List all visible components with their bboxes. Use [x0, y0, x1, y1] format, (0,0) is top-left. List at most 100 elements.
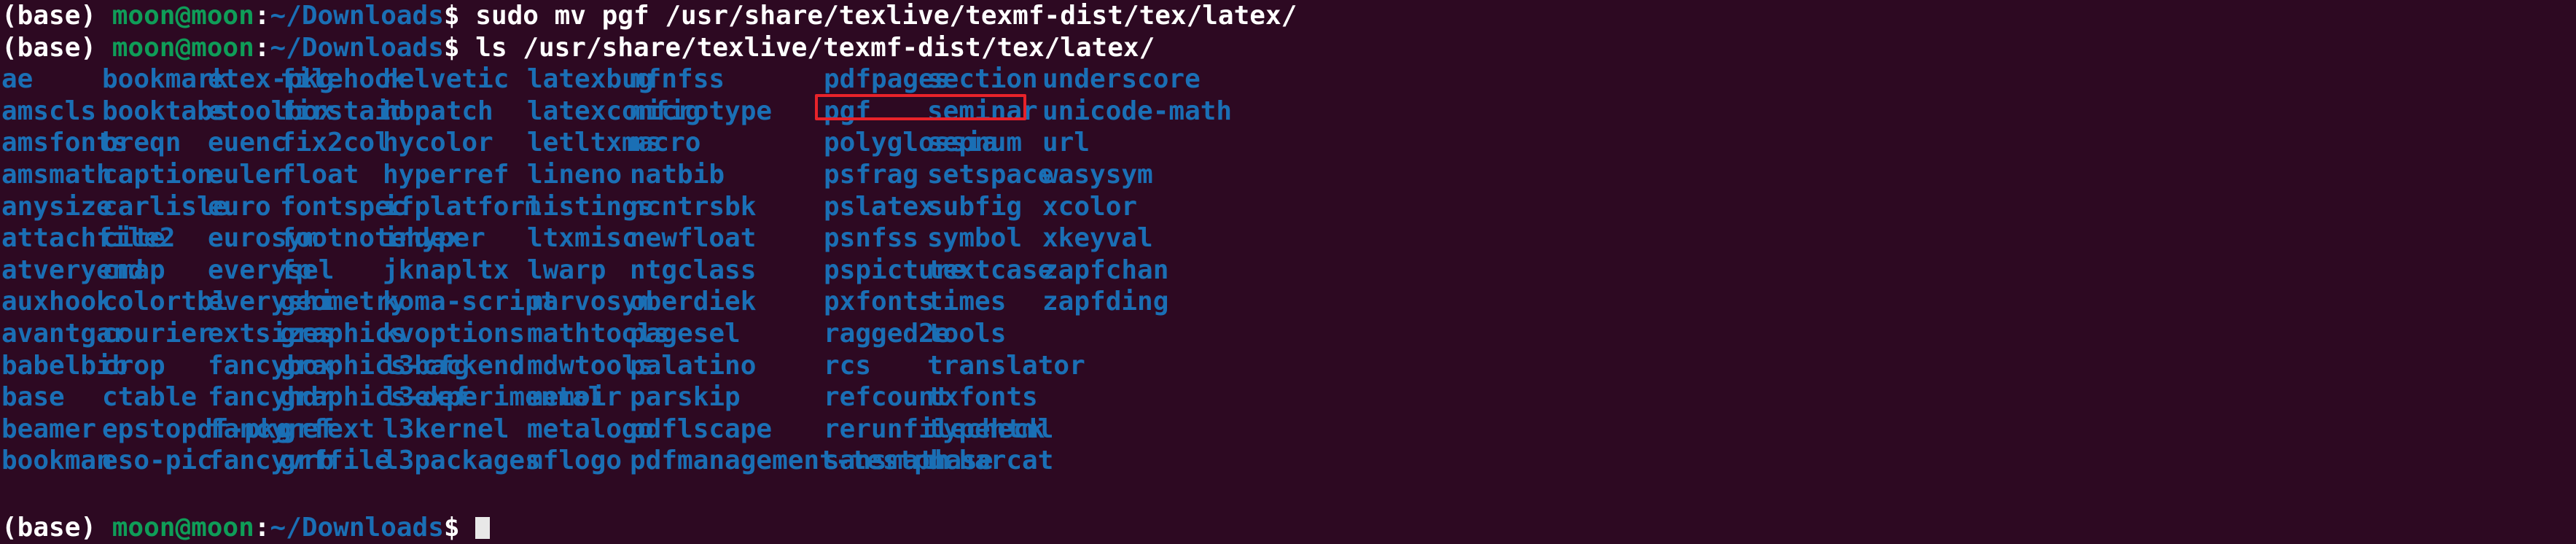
package-item[interactable]: hopatch: [383, 96, 493, 128]
package-row: bookman eso-pic fancyvrb grffile l3packages m…: [0, 445, 2576, 477]
package-item[interactable]: anysize: [1, 191, 112, 223]
prompt-path: ~/Downloads: [270, 32, 444, 63]
package-item[interactable]: typehtml: [927, 413, 1053, 446]
package-item[interactable]: hycolor: [383, 127, 493, 159]
package-item[interactable]: ncntrsbk: [630, 191, 756, 223]
package-item[interactable]: hyperref: [383, 159, 509, 191]
package-item[interactable]: euro: [208, 191, 271, 223]
package-item[interactable]: ctable: [102, 381, 197, 413]
package-item[interactable]: euler: [208, 159, 286, 191]
package-item[interactable]: zapfchan: [1042, 254, 1168, 287]
package-item[interactable]: pslatex: [824, 191, 934, 223]
package-item[interactable]: cmap: [102, 254, 165, 287]
package-item[interactable]: lineno: [527, 159, 622, 191]
package-item[interactable]: xcolor: [1042, 191, 1137, 223]
text-cursor: [475, 517, 491, 540]
package-item[interactable]: pxfonts: [824, 286, 934, 318]
package-item[interactable]: setspace: [927, 159, 1053, 191]
package-item[interactable]: eso-pic: [102, 445, 213, 477]
package-item[interactable]: pgf: [824, 96, 871, 128]
package-row: beamer epstopdf-pkg fancyref grfext l3kernel…: [0, 413, 2576, 446]
package-item[interactable]: tools: [927, 318, 1006, 350]
package-item[interactable]: xkeyval: [1042, 222, 1153, 254]
package-item[interactable]: pdflscape: [630, 413, 772, 446]
package-item[interactable]: section: [927, 63, 1038, 96]
package-item[interactable]: ltxmisc: [527, 222, 638, 254]
package-item[interactable]: everysel: [208, 254, 334, 287]
package-item[interactable]: translator: [927, 350, 1085, 382]
package-item[interactable]: natbib: [630, 159, 725, 191]
package-item[interactable]: memoir: [527, 381, 622, 413]
package-row: anysize carlisle euro fontspec ifplatform lis…: [0, 191, 2576, 223]
package-row: ae bookmark etex-pkg filehook helvetic latexb…: [0, 63, 2576, 96]
prompt-user-host: moon@moon: [112, 513, 254, 543]
package-item[interactable]: ucharcat: [927, 445, 1053, 477]
package-item[interactable]: euenc: [208, 127, 286, 159]
package-item[interactable]: lwarp: [527, 254, 606, 287]
prompt-user-host: moon@moon: [112, 1, 254, 31]
package-item[interactable]: pagesel: [630, 318, 741, 350]
package-listing: ae bookmark etex-pkg filehook helvetic latexb…: [0, 63, 2576, 477]
package-item[interactable]: mflogo: [527, 445, 622, 477]
package-item[interactable]: subfig: [927, 191, 1022, 223]
package-item[interactable]: jknapltx: [383, 254, 509, 287]
package-item[interactable]: auxhook: [1, 286, 112, 318]
package-item[interactable]: grfext: [280, 413, 375, 446]
package-item[interactable]: bookman: [1, 445, 112, 477]
package-item[interactable]: letltxmacro: [527, 127, 700, 159]
package-item[interactable]: url: [1042, 127, 1090, 159]
package-row: babelbib crop fancybox graphics-cfg l3backen…: [0, 350, 2576, 382]
package-item[interactable]: times: [927, 286, 1006, 318]
package-item[interactable]: textcase: [927, 254, 1053, 287]
package-item[interactable]: beamer: [1, 413, 96, 446]
package-item[interactable]: rcs: [824, 350, 871, 382]
package-item[interactable]: caption: [102, 159, 213, 191]
prompt-path: ~/Downloads: [270, 1, 444, 31]
package-item[interactable]: courier: [102, 318, 213, 350]
package-item[interactable]: sepnum: [927, 127, 1022, 159]
package-item[interactable]: ntgclass: [630, 254, 756, 287]
package-item[interactable]: base: [1, 381, 65, 413]
package-row: amsfonts breqn euenc fix2col hycolor letltxma…: [0, 127, 2576, 159]
package-row: amscls booktabs etoolbox firstaid hopatch lat…: [0, 96, 2576, 128]
package-item[interactable]: kvoptions: [383, 318, 525, 350]
package-item[interactable]: palatino: [630, 350, 756, 382]
package-item[interactable]: helvetic: [383, 63, 509, 96]
package-item[interactable]: newfloat: [630, 222, 756, 254]
package-item[interactable]: zapfding: [1042, 286, 1168, 318]
package-item[interactable]: psfrag: [824, 159, 918, 191]
package-item[interactable]: index: [383, 222, 461, 254]
package-item[interactable]: grffile: [280, 445, 391, 477]
package-item[interactable]: parskip: [630, 381, 741, 413]
package-item[interactable]: txfonts: [927, 381, 1038, 413]
package-item[interactable]: symbol: [927, 222, 1022, 254]
package-item[interactable]: unicode-math: [1042, 96, 1232, 128]
prompt-env: (base): [1, 513, 112, 543]
package-item[interactable]: ms: [630, 127, 661, 159]
package-item[interactable]: crop: [102, 350, 165, 382]
package-row: avantgar courier extsizes graphics kvoptions…: [0, 318, 2576, 350]
package-item[interactable]: float: [280, 159, 359, 191]
package-item[interactable]: fix2col: [280, 127, 391, 159]
package-item[interactable]: underscore: [1042, 63, 1201, 96]
package-item[interactable]: ae: [1, 63, 33, 96]
package-item[interactable]: oberdiek: [630, 286, 756, 318]
package-item[interactable]: l3kernel: [383, 413, 509, 446]
prompt-colon: :: [254, 32, 270, 63]
package-item[interactable]: l3backend: [383, 350, 525, 382]
package-item[interactable]: microtype: [630, 96, 772, 128]
package-item[interactable]: amscls: [1, 96, 96, 128]
package-item[interactable]: fp: [280, 254, 311, 287]
package-item[interactable]: ifplatform: [383, 191, 541, 223]
package-item[interactable]: cite: [102, 222, 165, 254]
package-item[interactable]: psnfss: [824, 222, 918, 254]
package-item[interactable]: l3packages: [383, 445, 541, 477]
package-item[interactable]: breqn: [102, 127, 181, 159]
prompt-colon: :: [254, 1, 270, 31]
terminal-window[interactable]: (base) moon@moon:~/Downloads$ sudo mv pg…: [0, 0, 2576, 544]
package-item[interactable]: seminar: [927, 96, 1038, 128]
package-item[interactable]: mfnfss: [630, 63, 725, 96]
command-line-3: (base) moon@moon:~/Downloads$: [1, 512, 491, 544]
package-item[interactable]: wasysym: [1042, 159, 1153, 191]
package-item[interactable]: amsmath: [1, 159, 112, 191]
